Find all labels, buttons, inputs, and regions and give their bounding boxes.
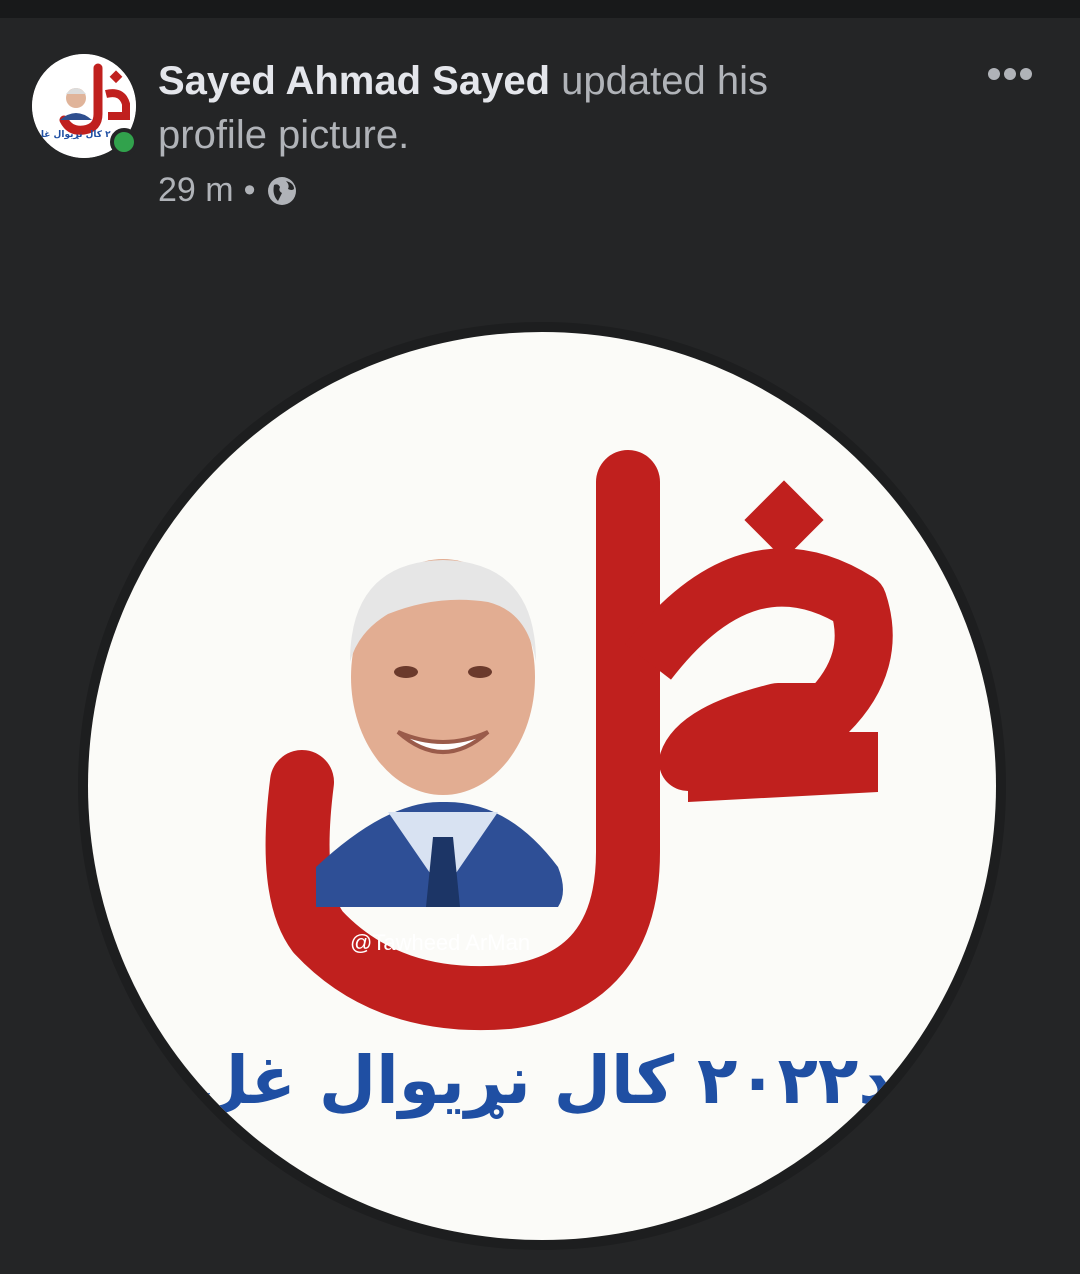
online-status-indicator — [110, 128, 138, 156]
feed-post: د۲۰۲۲ کال نړیوال غل Sayed Ahmad Sayed up… — [0, 18, 1080, 1274]
author-name[interactable]: Sayed Ahmad Sayed — [158, 59, 550, 103]
author-avatar-container[interactable]: د۲۰۲۲ کال نړیوال غل — [32, 54, 138, 158]
post-header: Sayed Ahmad Sayed updated his profile pi… — [158, 54, 878, 162]
meta-separator: • — [243, 171, 256, 209]
image-caption: د۲۰۲۲ کال نړیوال غل — [191, 1042, 893, 1119]
profile-picture-image[interactable]: @Tawheed ArMan د۲۰۲۲ کال نړیوال غل — [78, 322, 1006, 1250]
post-meta: 29 m • — [158, 168, 298, 212]
profile-picture-content: @Tawheed ArMan د۲۰۲۲ کال نړیوال غل — [88, 332, 996, 1240]
post-timestamp[interactable]: 29 m — [158, 168, 234, 212]
more-options-icon[interactable] — [980, 56, 1040, 92]
watermark-text: @Tawheed ArMan — [350, 930, 531, 955]
globe-icon[interactable] — [266, 174, 298, 206]
status-bar — [0, 0, 1080, 18]
